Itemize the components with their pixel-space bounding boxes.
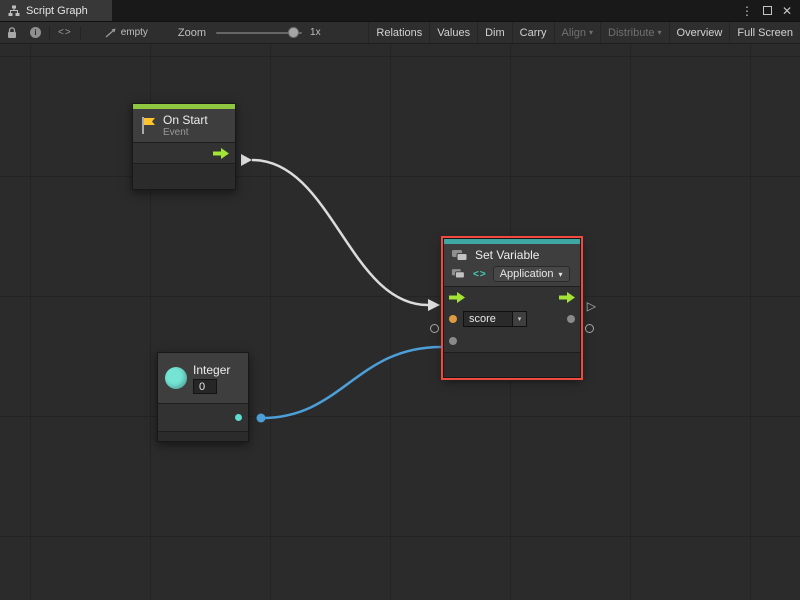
title-bar: Script Graph ⋮ ✕ xyxy=(0,0,800,22)
node-title: On Start xyxy=(163,113,208,127)
node-set-variable[interactable]: Set Variable <> Application ▾ xyxy=(443,238,581,378)
variable-scope-dropdown[interactable]: Application ▾ xyxy=(493,266,570,282)
dim-button[interactable]: Dim xyxy=(477,22,512,43)
window-controls: ⋮ ✕ xyxy=(741,0,800,21)
zoom-value: 1x xyxy=(310,27,321,38)
menu-icon[interactable]: ⋮ xyxy=(741,5,753,17)
value-output-port[interactable] xyxy=(567,315,575,323)
node-footer xyxy=(133,163,235,189)
name-port-row: score ▾ xyxy=(444,308,580,330)
control-port-row xyxy=(444,286,580,308)
control-output-port[interactable] xyxy=(559,292,575,303)
variables-icon xyxy=(451,249,469,262)
lock-icon[interactable] xyxy=(7,27,17,39)
value-port-row xyxy=(444,330,580,352)
tab-script-graph[interactable]: Script Graph xyxy=(0,0,112,21)
fullscreen-button[interactable]: Full Screen xyxy=(729,22,800,43)
maximize-icon[interactable] xyxy=(763,6,772,15)
external-control-triangle[interactable]: ▷ xyxy=(587,300,596,312)
empty-label: empty xyxy=(121,27,148,38)
connections-layer xyxy=(0,44,800,600)
control-connection-start-arrow xyxy=(241,154,252,166)
relations-button[interactable]: Relations xyxy=(368,22,429,43)
on-start-port-row xyxy=(133,142,235,163)
value-connection-start-dot xyxy=(257,414,266,423)
value-input-port[interactable] xyxy=(449,337,457,345)
control-connection xyxy=(252,160,428,305)
toolbar-buttons: Relations Values Dim Carry Align ▾ Distr… xyxy=(368,22,800,43)
integer-type-icon xyxy=(165,367,187,389)
control-output-port[interactable] xyxy=(213,148,229,159)
graph-icon xyxy=(8,5,20,17)
node-title: Set Variable xyxy=(475,248,539,262)
chevron-down-icon: ▾ xyxy=(559,270,563,279)
name-input-port[interactable] xyxy=(449,315,457,323)
flag-icon xyxy=(140,116,157,135)
chevron-down-icon: ▾ xyxy=(658,28,662,37)
value-connection xyxy=(262,347,441,418)
zoom-label: Zoom xyxy=(178,27,206,39)
toolbar-separator xyxy=(80,26,81,40)
integer-port-row xyxy=(158,403,248,431)
on-start-header: On Start Event xyxy=(133,109,235,142)
integer-header: Integer 0 xyxy=(158,353,248,403)
zoom-slider[interactable] xyxy=(216,32,302,34)
chevron-down-icon: ▾ xyxy=(589,28,593,37)
info-icon[interactable]: i xyxy=(30,27,41,38)
graph-canvas[interactable]: On Start Event Set Variable xyxy=(0,44,800,600)
node-footer xyxy=(444,352,580,377)
external-output-circle[interactable] xyxy=(585,324,594,333)
node-footer xyxy=(158,431,248,441)
values-button[interactable]: Values xyxy=(429,22,477,43)
graph-toolbar: i <> empty Zoom 1x Relations Values Dim … xyxy=(0,22,800,44)
zoom-slider-thumb[interactable] xyxy=(288,27,299,38)
connection-arrow-icon xyxy=(105,27,117,38)
control-input-port[interactable] xyxy=(449,292,465,303)
set-variable-header: Set Variable <> Application ▾ xyxy=(444,244,580,286)
close-icon[interactable]: ✕ xyxy=(782,5,792,17)
code-icon[interactable]: <> xyxy=(58,27,72,38)
code-badge-icon: <> xyxy=(473,269,487,280)
integer-value-field[interactable]: 0 xyxy=(193,379,217,394)
node-integer[interactable]: Integer 0 xyxy=(157,352,249,442)
node-subtitle: Event xyxy=(163,127,208,138)
node-on-start[interactable]: On Start Event xyxy=(132,103,236,190)
control-connection-end-arrow xyxy=(428,299,440,311)
align-button[interactable]: Align ▾ xyxy=(554,22,600,43)
node-title: Integer xyxy=(193,363,230,377)
variable-name-dropdown[interactable]: ▾ xyxy=(512,312,526,326)
distribute-button[interactable]: Distribute ▾ xyxy=(600,22,668,43)
integer-output-port[interactable] xyxy=(235,414,242,421)
overview-button[interactable]: Overview xyxy=(669,22,730,43)
variable-name-field[interactable]: score ▾ xyxy=(463,311,527,327)
toolbar-separator xyxy=(49,26,50,40)
cards-icon xyxy=(451,268,467,280)
carry-button[interactable]: Carry xyxy=(512,22,554,43)
external-input-circle[interactable] xyxy=(430,324,439,333)
tab-title: Script Graph xyxy=(26,5,88,17)
